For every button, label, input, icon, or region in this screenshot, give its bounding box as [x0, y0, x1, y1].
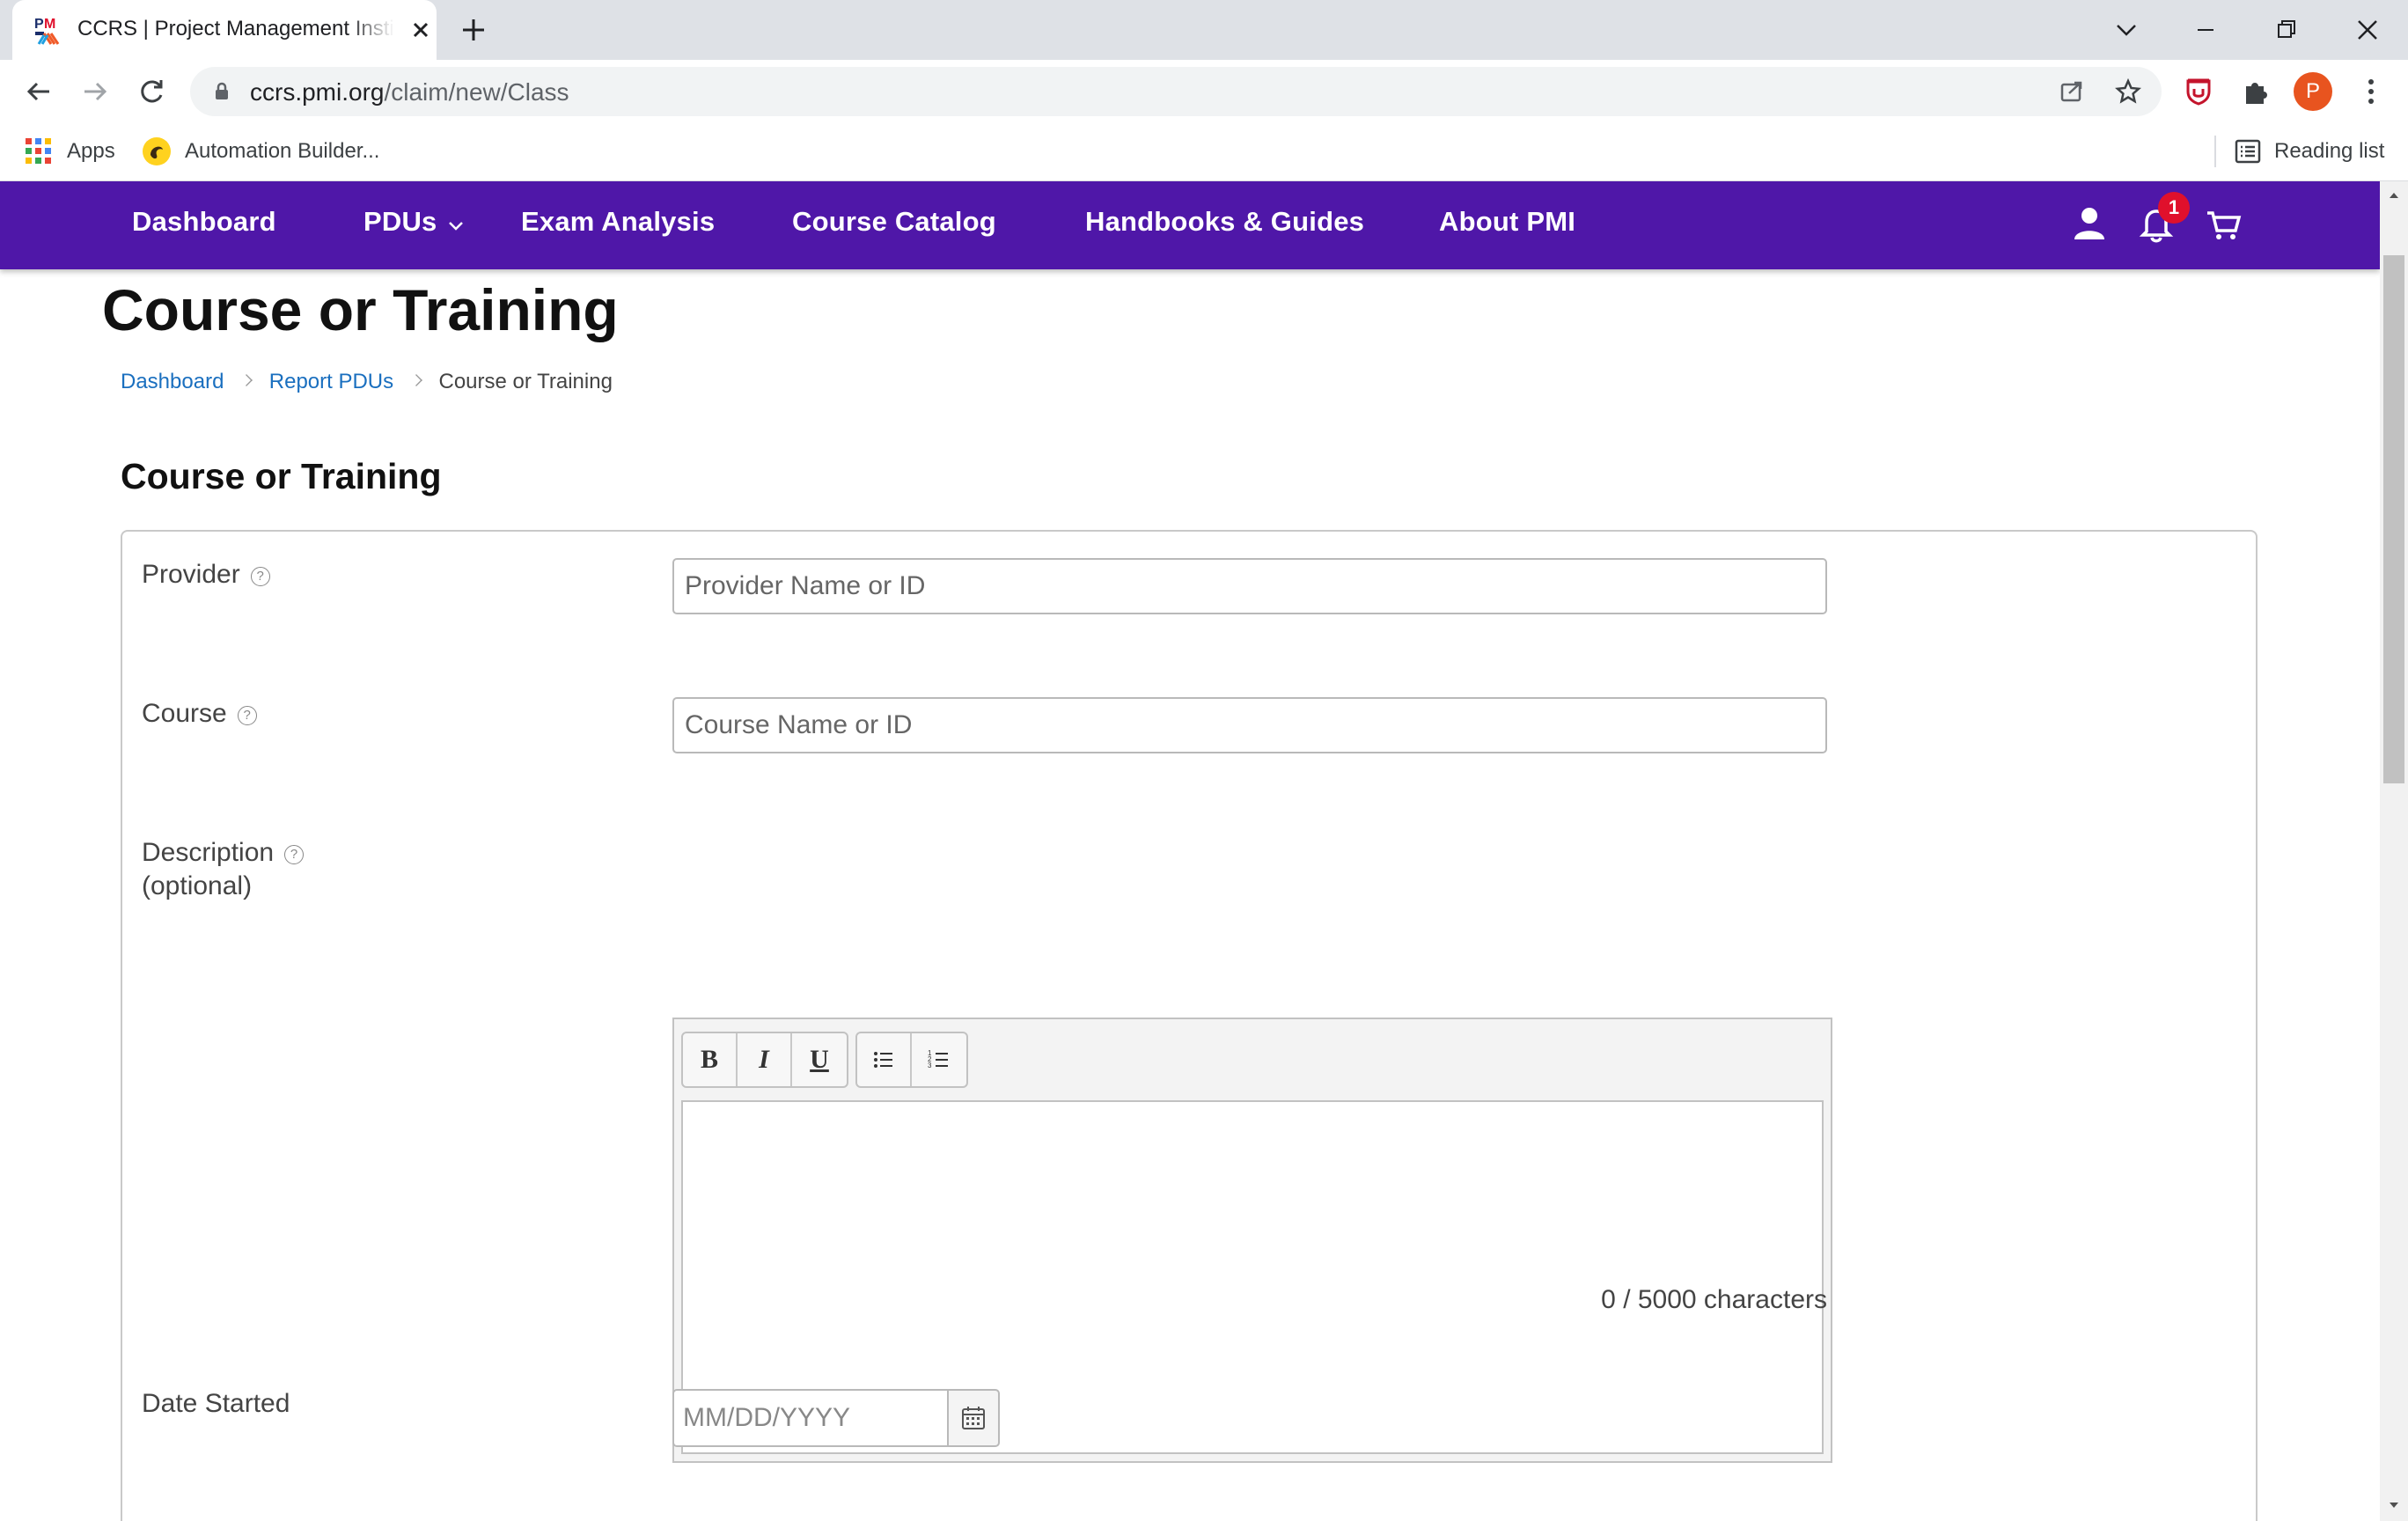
breadcrumb-chevron-icon	[409, 374, 422, 386]
back-arrow-icon[interactable]	[21, 74, 56, 109]
provider-label: Provider?	[142, 558, 270, 592]
bookmarks-bar: Apps Automation Builder... Reading list	[0, 123, 2408, 181]
notification-badge: 1	[2158, 192, 2190, 224]
user-account-icon[interactable]	[2070, 202, 2109, 245]
description-label-text: Description	[142, 838, 275, 867]
browser-tab-strip: P M CCRS | Project Management Institute	[0, 0, 2408, 60]
bookmark-automation-builder[interactable]: Automation Builder...	[185, 134, 379, 169]
shopping-cart-icon[interactable]	[2204, 202, 2243, 245]
course-input[interactable]	[672, 697, 1827, 753]
pmi-favicon-icon: P M	[34, 17, 60, 45]
scroll-up-arrow-icon[interactable]	[2387, 188, 2401, 202]
help-icon[interactable]: ?	[237, 706, 257, 725]
date-picker-button[interactable]	[947, 1389, 1000, 1447]
date-started-input[interactable]	[672, 1389, 947, 1447]
restore-icon[interactable]	[2267, 11, 2306, 49]
page-title: Course or Training	[102, 277, 619, 342]
character-count: 0 / 5000 characters	[1601, 1285, 1827, 1314]
provider-input[interactable]	[672, 558, 1827, 614]
calendar-icon	[962, 1407, 985, 1429]
apps-grid-icon[interactable]	[23, 136, 55, 167]
close-window-icon[interactable]	[2348, 11, 2387, 49]
course-label: Course?	[142, 697, 257, 731]
breadcrumb-dashboard[interactable]: Dashboard	[121, 370, 224, 393]
bookmark-apps[interactable]: Apps	[67, 134, 115, 169]
nav-about-pmi[interactable]: About PMI	[1439, 206, 1575, 238]
breadcrumb-report-pdus[interactable]: Report PDUs	[269, 370, 393, 393]
nav-course-catalog[interactable]: Course Catalog	[792, 206, 996, 238]
nav-handbooks-guides[interactable]: Handbooks & Guides	[1085, 206, 1364, 238]
svg-text:P: P	[34, 17, 44, 32]
bookmark-divider	[2214, 136, 2216, 167]
page-viewport: Dashboard PDUs Exam Analysis Course Cata…	[0, 181, 2380, 1521]
browser-tab-active[interactable]: P M CCRS | Project Management Institute	[12, 0, 437, 60]
page-scrollbar[interactable]	[2380, 181, 2408, 1521]
help-icon[interactable]: ?	[250, 567, 270, 586]
site-nav-bar: Dashboard PDUs Exam Analysis Course Cata…	[0, 181, 2380, 269]
numbered-list-icon: 1 2 3	[928, 1049, 948, 1069]
provider-label-text: Provider	[142, 560, 240, 589]
extension-shield-icon[interactable]	[2181, 74, 2216, 109]
browser-menu-icon[interactable]	[2353, 74, 2389, 109]
minimize-icon[interactable]	[2186, 11, 2225, 49]
automation-builder-icon[interactable]	[141, 136, 173, 167]
bulleted-list-icon	[874, 1052, 892, 1068]
underline-button[interactable]: U	[792, 1033, 847, 1086]
nav-exam-analysis[interactable]: Exam Analysis	[521, 206, 715, 238]
forward-arrow-icon[interactable]	[77, 74, 113, 109]
bookmark-star-icon[interactable]	[2114, 77, 2142, 106]
claim-form: Provider? Course? Description? (optional…	[121, 530, 2258, 1521]
numbered-list-button[interactable]: 1 2 3	[912, 1033, 966, 1086]
description-label: Description? (optional)	[142, 836, 305, 903]
extensions-puzzle-icon[interactable]	[2239, 74, 2274, 109]
lock-icon[interactable]	[211, 81, 232, 102]
breadcrumb-current: Course or Training	[438, 370, 613, 393]
svg-text:M: M	[44, 17, 55, 32]
description-optional-text: (optional)	[142, 871, 253, 900]
tab-search-chevron-icon[interactable]	[2107, 11, 2146, 49]
bookmark-reading-list[interactable]: Reading list	[2274, 134, 2384, 169]
svg-text:3: 3	[928, 1062, 932, 1069]
tab-title: CCRS | Project Management Institute	[77, 17, 394, 40]
format-toolbar-group: B I U	[681, 1032, 848, 1088]
bulleted-list-button[interactable]	[857, 1033, 912, 1086]
url-text: ccrs.pmi.org/claim/new/Class	[250, 78, 569, 106]
new-tab-icon[interactable]	[458, 14, 489, 46]
help-icon[interactable]: ?	[284, 845, 305, 864]
bold-button[interactable]: B	[683, 1033, 738, 1086]
scroll-down-arrow-icon[interactable]	[2387, 1498, 2401, 1512]
profile-avatar[interactable]: P	[2294, 72, 2332, 111]
close-tab-icon[interactable]	[407, 16, 435, 44]
section-title: Course or Training	[121, 456, 442, 496]
list-toolbar-group: 1 2 3	[855, 1032, 968, 1088]
chevron-down-icon[interactable]	[445, 215, 466, 236]
scrollbar-thumb[interactable]	[2383, 255, 2404, 783]
breadcrumb-chevron-icon	[240, 374, 253, 386]
nav-pdus[interactable]: PDUs	[363, 206, 437, 238]
breadcrumb: Dashboard Report PDUs Course or Training	[121, 370, 613, 394]
reading-list-icon[interactable]	[2232, 136, 2264, 167]
browser-toolbar: ccrs.pmi.org/claim/new/Class P	[0, 60, 2408, 123]
italic-button[interactable]: I	[738, 1033, 792, 1086]
address-bar[interactable]: ccrs.pmi.org/claim/new/Class	[190, 67, 2162, 116]
share-icon[interactable]	[2058, 77, 2086, 106]
date-started-label: Date Started	[142, 1389, 290, 1418]
reload-icon[interactable]	[134, 74, 169, 109]
nav-dashboard[interactable]: Dashboard	[132, 206, 276, 238]
course-label-text: Course	[142, 699, 227, 728]
